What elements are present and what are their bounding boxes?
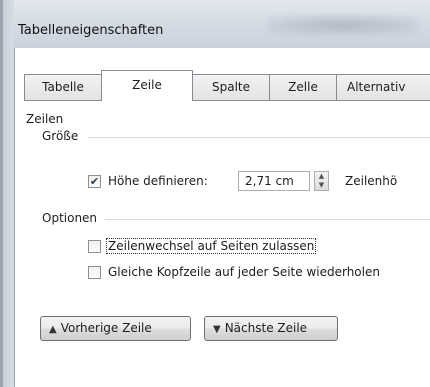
dialog-body-edge xyxy=(14,48,15,387)
group-optionen-label: Optionen xyxy=(42,211,98,225)
tab-tabelle[interactable]: Tabelle xyxy=(24,74,102,100)
spin-down-icon[interactable]: ▼ xyxy=(315,181,328,190)
triangle-down-icon: ▼ xyxy=(213,324,221,335)
section-zeilen-heading: Zeilen xyxy=(26,112,64,126)
tab-spalte-label: Spalte xyxy=(211,80,250,94)
kopfzeile-wiederholen-checkbox[interactable] xyxy=(88,266,101,279)
hoehe-spinner[interactable]: ▲ ▼ xyxy=(314,171,329,191)
group-groesse-label: Größe xyxy=(42,129,79,143)
tab-zelle-label: Zelle xyxy=(288,80,318,94)
tab-tabelle-label: Tabelle xyxy=(42,80,84,94)
tab-zeile-label: Zeile xyxy=(132,78,162,92)
spin-up-icon[interactable]: ▲ xyxy=(315,172,328,181)
naechste-zeile-button[interactable]: ▼ Nächste Zeile xyxy=(204,316,338,341)
vorherige-zeile-label: Vorherige Zeile xyxy=(60,321,152,335)
triangle-up-icon: ▲ xyxy=(49,324,57,335)
zeilenwechsel-label: Zeilenwechsel auf Seiten zulassen xyxy=(106,238,317,254)
vorherige-zeile-button[interactable]: ▲ Vorherige Zeile xyxy=(40,316,191,341)
hoehe-definieren-label: Höhe definieren: xyxy=(108,174,208,188)
tab-alternativtext[interactable]: Alternativ xyxy=(336,74,430,100)
titlebar-blurred-region xyxy=(268,15,418,35)
group-optionen-separator xyxy=(105,219,430,220)
tab-panel-border xyxy=(24,100,430,101)
zeilenhoehe-label: Zeilenhö xyxy=(345,174,398,188)
naechste-zeile-label: Nächste Zeile xyxy=(224,321,308,335)
group-groesse-separator xyxy=(88,137,430,138)
hoehe-value-input[interactable]: 2,71 cm xyxy=(238,171,310,191)
tab-zelle[interactable]: Zelle xyxy=(269,74,337,100)
window-title: Tabelleneigenschaften xyxy=(18,23,164,38)
tab-alternativtext-label: Alternativ xyxy=(347,80,406,94)
tab-zeile[interactable]: Zeile xyxy=(101,70,193,101)
kopfzeile-wiederholen-label: Gleiche Kopfzeile auf jeder Seite wieder… xyxy=(108,265,380,279)
tab-spalte[interactable]: Spalte xyxy=(192,74,270,100)
hoehe-definieren-checkbox[interactable]: ✔ xyxy=(88,175,101,188)
window-frame-edge xyxy=(0,0,3,387)
zeilenwechsel-checkbox[interactable] xyxy=(88,240,101,253)
